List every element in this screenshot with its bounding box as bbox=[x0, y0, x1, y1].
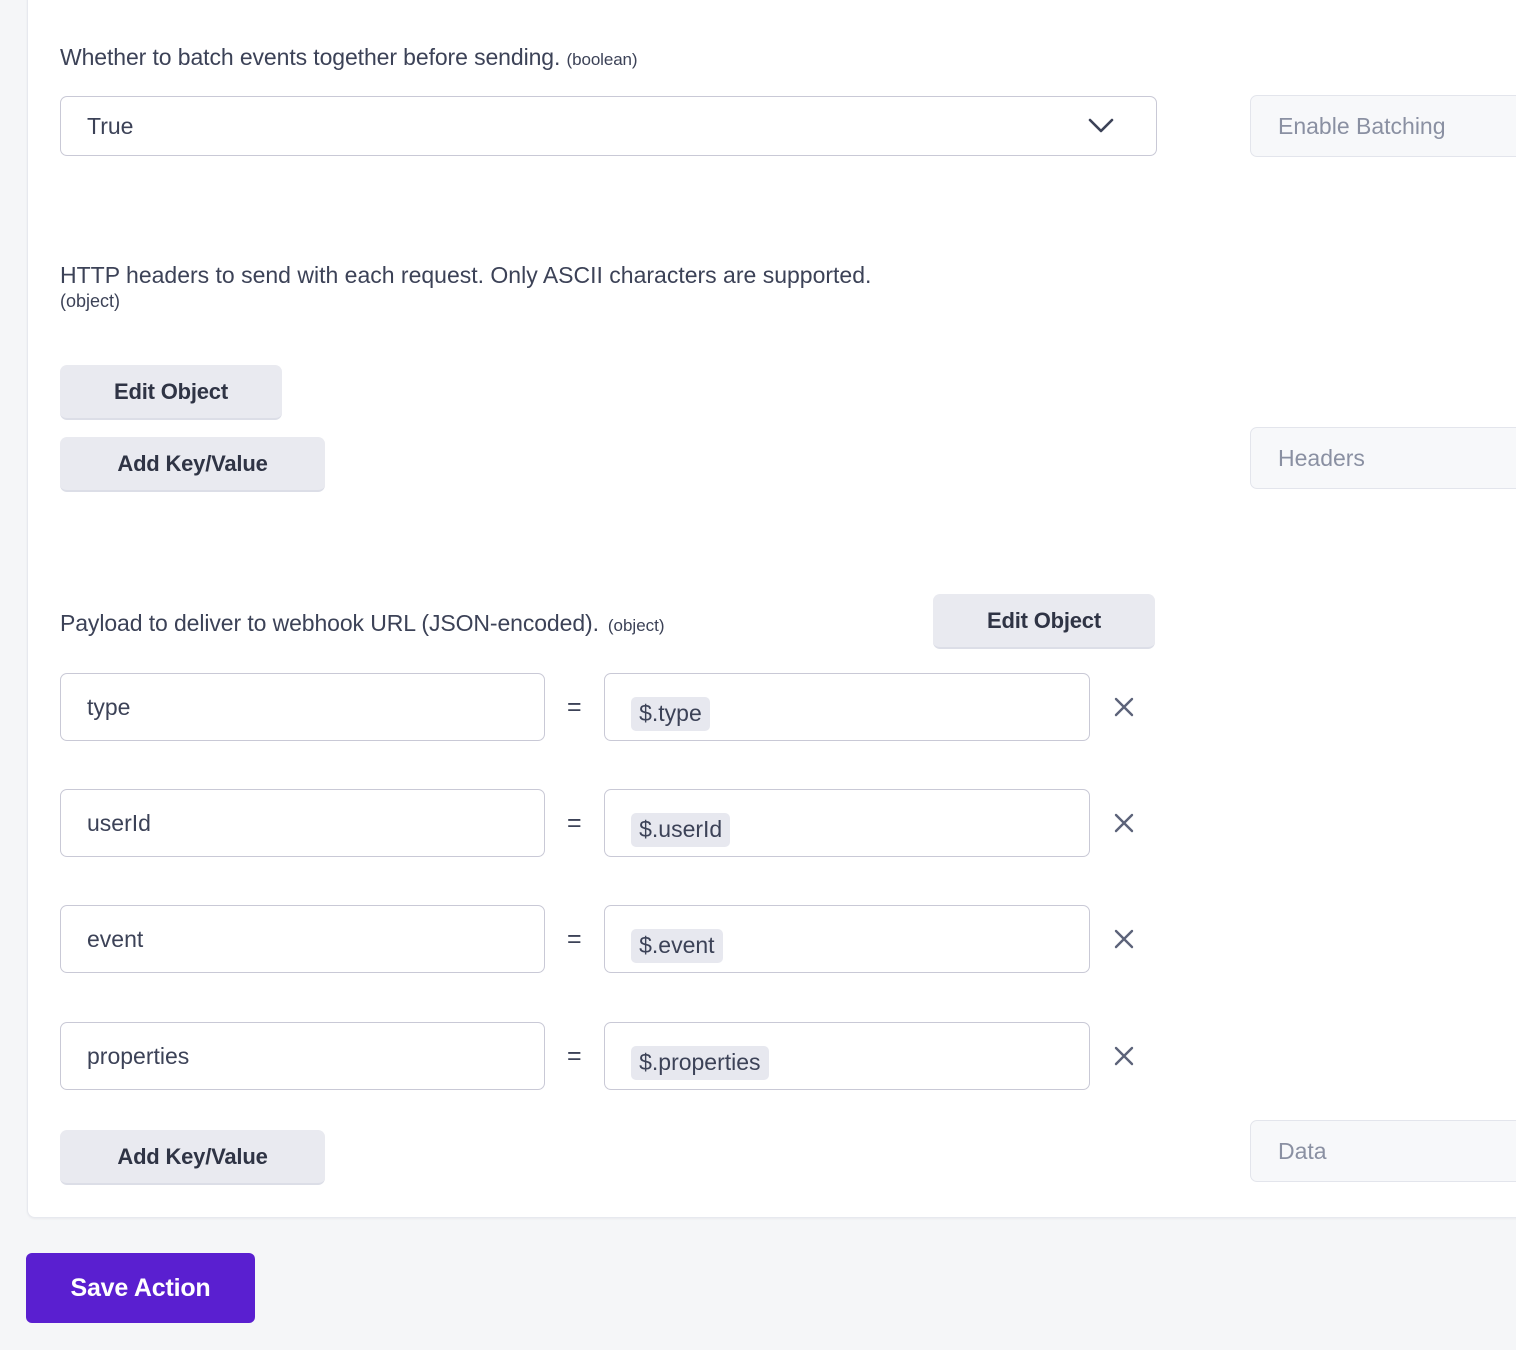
data-name-field[interactable]: Data bbox=[1250, 1120, 1516, 1182]
payload-key-value-row: = $.type bbox=[60, 672, 1150, 742]
enable-batching-name-field[interactable]: Enable Batching bbox=[1250, 95, 1516, 157]
headers-add-key-value-button[interactable]: Add Key/Value bbox=[60, 437, 325, 492]
payload-key-input[interactable] bbox=[60, 673, 545, 741]
headers-label: HTTP headers to send with each request. … bbox=[60, 262, 1180, 312]
headers-edit-object-button[interactable]: Edit Object bbox=[60, 365, 282, 420]
payload-key-value-row: = $.properties bbox=[60, 1021, 1150, 1091]
payload-key-input[interactable] bbox=[60, 1022, 545, 1090]
enable-batching-name-text: Enable Batching bbox=[1278, 112, 1446, 139]
headers-name-field[interactable]: Headers bbox=[1250, 427, 1516, 489]
payload-key-value-row: = $.event bbox=[60, 904, 1150, 974]
payload-value-token: $.userId bbox=[631, 812, 731, 848]
payload-key-input[interactable] bbox=[60, 905, 545, 973]
batching-label: Whether to batch events together before … bbox=[60, 42, 638, 72]
payload-type-tag: (object) bbox=[607, 616, 665, 635]
payload-value-token: $.properties bbox=[631, 1045, 769, 1081]
data-name-text: Data bbox=[1278, 1137, 1327, 1164]
equals-sign: = bbox=[567, 808, 582, 837]
enable-batching-value: True bbox=[87, 112, 134, 139]
payload-value-input[interactable]: $.userId bbox=[604, 789, 1091, 857]
payload-label: Payload to deliver to webhook URL (JSON-… bbox=[60, 608, 665, 638]
payload-value-input[interactable]: $.type bbox=[604, 673, 1091, 741]
payload-value-token: $.event bbox=[631, 928, 723, 964]
equals-sign: = bbox=[567, 1041, 582, 1070]
headers-type-tag: (object) bbox=[60, 291, 121, 311]
batching-label-text: Whether to batch events together before … bbox=[60, 44, 561, 70]
enable-batching-select[interactable]: True bbox=[60, 96, 1157, 156]
payload-value-input[interactable]: $.properties bbox=[604, 1022, 1091, 1090]
chevron-down-icon bbox=[1088, 118, 1114, 134]
close-icon[interactable] bbox=[1098, 810, 1150, 836]
payload-edit-object-button[interactable]: Edit Object bbox=[933, 594, 1155, 649]
payload-key-value-row: = $.userId bbox=[60, 788, 1150, 858]
close-icon[interactable] bbox=[1098, 694, 1150, 720]
equals-sign: = bbox=[567, 924, 582, 953]
batching-type-tag: (boolean) bbox=[566, 50, 638, 69]
payload-key-input[interactable] bbox=[60, 789, 545, 857]
payload-label-text: Payload to deliver to webhook URL (JSON-… bbox=[60, 610, 599, 636]
payload-value-input[interactable]: $.event bbox=[604, 905, 1091, 973]
headers-name-text: Headers bbox=[1278, 444, 1365, 471]
close-icon[interactable] bbox=[1098, 926, 1150, 952]
payload-add-key-value-button[interactable]: Add Key/Value bbox=[60, 1130, 325, 1185]
headers-label-text: HTTP headers to send with each request. … bbox=[60, 262, 872, 288]
save-action-button[interactable]: Save Action bbox=[26, 1253, 255, 1323]
equals-sign: = bbox=[567, 692, 582, 721]
close-icon[interactable] bbox=[1098, 1043, 1150, 1069]
payload-value-token: $.type bbox=[631, 696, 710, 732]
